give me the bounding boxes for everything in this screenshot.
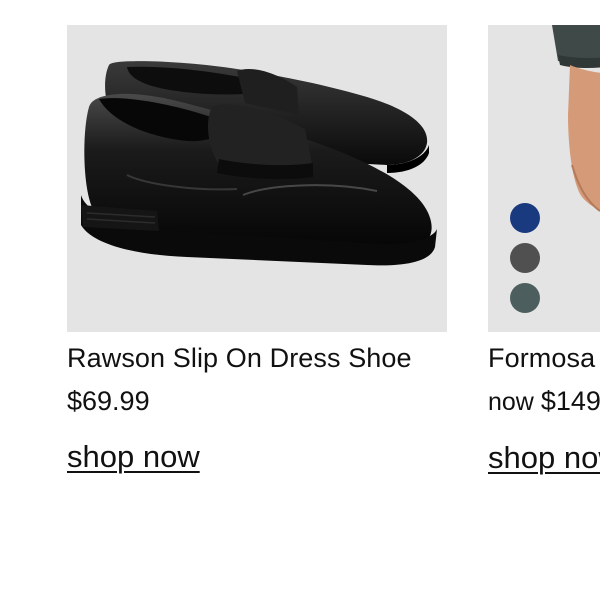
shop-now-link[interactable]: shop now <box>67 438 200 476</box>
price-prefix: now <box>488 388 541 416</box>
product-image[interactable] <box>67 25 447 332</box>
swatch-navy[interactable] <box>510 203 540 233</box>
product-card[interactable]: Rawson Slip On Dress Shoe $69.99 shop no… <box>67 25 447 476</box>
loafer-shoes-illustration <box>81 61 437 266</box>
color-swatches <box>510 203 540 313</box>
product-image[interactable] <box>488 25 600 332</box>
swatch-charcoal[interactable] <box>510 243 540 273</box>
product-carousel: Rawson Slip On Dress Shoe $69.99 shop no… <box>0 0 600 596</box>
product-price: now $149 <box>488 384 600 419</box>
product-price: $69.99 <box>67 386 150 416</box>
shop-now-link[interactable]: shop now <box>488 439 600 477</box>
price-value: $149 <box>540 386 600 416</box>
model-in-suit-illustration <box>552 25 600 212</box>
product-title[interactable]: Formosa <box>488 341 600 375</box>
product-title[interactable]: Rawson Slip On Dress Shoe <box>67 341 447 375</box>
swatch-slate[interactable] <box>510 283 540 313</box>
product-card[interactable]: Formosa now $149 shop now <box>488 25 600 477</box>
